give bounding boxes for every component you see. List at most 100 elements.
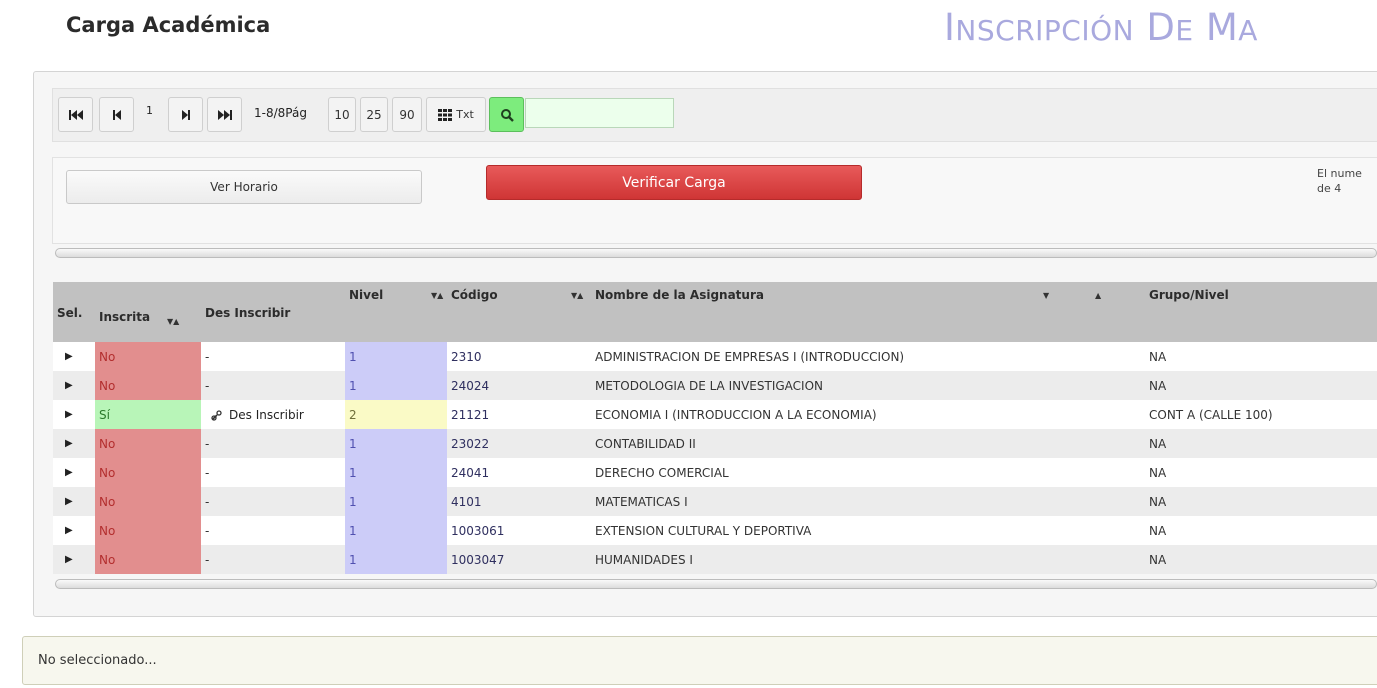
table-row[interactable]: ▶ No - 1 2310 ADMINISTRACION DE EMPRESAS… — [53, 342, 1377, 371]
cell-nombre: ADMINISTRACION DE EMPRESAS I (INTRODUCCI… — [591, 342, 1145, 371]
cell-nivel: 2 — [345, 400, 447, 429]
section-title-letter-i: I — [944, 6, 956, 49]
cell-nivel: 1 — [345, 487, 447, 516]
first-page-icon — [68, 109, 83, 120]
cell-des-inscribir: - — [201, 487, 345, 516]
col-header-codigo[interactable]: Código ▼▲ — [447, 282, 591, 342]
next-page-icon — [181, 109, 190, 120]
current-page-number: 1 — [146, 104, 153, 117]
search-input[interactable] — [525, 98, 674, 128]
row-expand-icon[interactable]: ▶ — [53, 429, 95, 458]
table-header-row: Sel. Inscrita ▼▲ Des Inscribir Nivel ▼▲ Có… — [53, 282, 1377, 342]
row-expand-icon[interactable]: ▶ — [53, 545, 95, 574]
col-header-des-inscribir: Des Inscribir — [201, 282, 345, 342]
next-page-button[interactable] — [168, 97, 203, 132]
info-note-line-1: El nume — [1317, 167, 1362, 180]
cell-inscrita: No — [95, 545, 201, 574]
link-icon — [211, 409, 222, 421]
table-row[interactable]: ▶ No - 1 24041 DERECHO COMERCIAL NA — [53, 458, 1377, 487]
section-title-letter-e: E — [1175, 14, 1194, 47]
sort-icon[interactable]: ▼▲ — [431, 291, 443, 300]
row-expand-icon[interactable]: ▶ — [53, 458, 95, 487]
cell-nivel: 1 — [345, 342, 447, 371]
table-horizontal-scrollbar[interactable] — [55, 579, 1377, 589]
cell-des-inscribir: - — [201, 371, 345, 400]
col-header-inscrita[interactable]: Inscrita ▼▲ — [95, 282, 201, 342]
ver-horario-button[interactable]: Ver Horario — [66, 170, 422, 204]
sort-up-icon[interactable]: ▲ — [1095, 291, 1101, 300]
search-icon — [500, 108, 514, 122]
last-page-button[interactable] — [207, 97, 242, 132]
row-expand-icon[interactable]: ▶ — [53, 342, 95, 371]
cell-inscrita: No — [95, 487, 201, 516]
cell-inscrita: No — [95, 371, 201, 400]
sort-icon[interactable]: ▼▲ — [167, 317, 179, 326]
section-title: INSCRIPCIÓN DE MA — [944, 6, 1258, 49]
table-row[interactable]: ▶ No - 1 23022 CONTABILIDAD II NA — [53, 429, 1377, 458]
cell-codigo: 1003061 — [447, 516, 591, 545]
top-horizontal-scrollbar[interactable] — [55, 248, 1377, 258]
des-inscribir-label: Des Inscribir — [229, 407, 304, 422]
table-row[interactable]: ▶ No - 1 1003047 HUMANIDADES I NA — [53, 545, 1377, 574]
cell-inscrita: No — [95, 516, 201, 545]
cell-inscrita: No — [95, 429, 201, 458]
table-row[interactable]: ▶ No - 1 24024 METODOLOGIA DE LA INVESTI… — [53, 371, 1377, 400]
columns-txt-button[interactable]: Txt — [426, 97, 486, 132]
row-expand-icon[interactable]: ▶ — [53, 371, 95, 400]
table-row[interactable]: ▶ Sí Des Inscribir 2 21121 ECONOMIA I (I… — [53, 400, 1377, 429]
cell-codigo: 1003047 — [447, 545, 591, 574]
txt-label: Txt — [456, 108, 474, 121]
page-size-25-button[interactable]: 25 — [360, 97, 388, 132]
cell-grupo: CONT A (CALLE 100) — [1145, 400, 1377, 429]
cell-inscrita: No — [95, 342, 201, 371]
cell-grupo: NA — [1145, 342, 1377, 371]
sort-icon[interactable]: ▼▲ — [571, 291, 583, 300]
cell-grupo: NA — [1145, 516, 1377, 545]
cell-grupo: NA — [1145, 545, 1377, 574]
cell-des-inscribir-link[interactable]: Des Inscribir — [201, 400, 345, 429]
row-expand-icon[interactable]: ▶ — [53, 516, 95, 545]
section-title-word-nscripcion: NSCRIPCIÓN — [955, 14, 1135, 47]
section-title-letter-m: M — [1205, 6, 1239, 49]
status-bar: No seleccionado... — [22, 636, 1377, 685]
cell-codigo: 24024 — [447, 371, 591, 400]
cell-inscrita: No — [95, 458, 201, 487]
cell-nombre: METODOLOGIA DE LA INVESTIGACION — [591, 371, 1145, 400]
cell-grupo: NA — [1145, 487, 1377, 516]
cell-nivel: 1 — [345, 516, 447, 545]
first-page-button[interactable] — [58, 97, 93, 132]
cell-des-inscribir: - — [201, 342, 345, 371]
cell-nivel: 1 — [345, 371, 447, 400]
section-title-letter-d: D — [1146, 6, 1176, 49]
sort-down-icon[interactable]: ▼ — [1043, 291, 1049, 300]
prev-page-button[interactable] — [99, 97, 134, 132]
row-expand-icon[interactable]: ▶ — [53, 400, 95, 429]
subjects-table: Sel. Inscrita ▼▲ Des Inscribir Nivel ▼▲ Có… — [53, 282, 1377, 574]
col-header-grupo: Grupo/Nivel — [1145, 282, 1377, 342]
col-header-codigo-label: Código — [451, 288, 498, 302]
col-header-grupo-label: Grupo/Nivel — [1149, 288, 1229, 302]
page-size-90-button[interactable]: 90 — [392, 97, 422, 132]
cell-nombre: ECONOMIA I (INTRODUCCION A LA ECONOMIA) — [591, 400, 1145, 429]
cell-nivel: 1 — [345, 545, 447, 574]
col-header-nombre[interactable]: Nombre de la Asignatura ▼ ▲ — [591, 282, 1145, 342]
page-range-label: 1-8/8Pág — [254, 106, 307, 120]
table-row[interactable]: ▶ No - 1 4101 MATEMATICAS I NA — [53, 487, 1377, 516]
cell-grupo: NA — [1145, 429, 1377, 458]
cell-des-inscribir: - — [201, 429, 345, 458]
cell-des-inscribir: - — [201, 458, 345, 487]
page-size-10-button[interactable]: 10 — [328, 97, 356, 132]
row-expand-icon[interactable]: ▶ — [53, 487, 95, 516]
cell-codigo: 2310 — [447, 342, 591, 371]
col-header-des-inscribir-label: Des Inscribir — [205, 306, 291, 320]
col-header-sel: Sel. — [53, 282, 95, 342]
search-button[interactable] — [489, 97, 524, 132]
cell-grupo: NA — [1145, 458, 1377, 487]
col-header-nivel[interactable]: Nivel ▼▲ — [345, 282, 447, 342]
cell-codigo: 23022 — [447, 429, 591, 458]
cell-nombre: EXTENSION CULTURAL Y DEPORTIVA — [591, 516, 1145, 545]
verificar-carga-button[interactable]: Verificar Carga — [486, 165, 862, 200]
status-text: No seleccionado... — [38, 653, 157, 668]
table-row[interactable]: ▶ No - 1 1003061 EXTENSION CULTURAL Y DE… — [53, 516, 1377, 545]
prev-page-icon — [112, 109, 121, 120]
